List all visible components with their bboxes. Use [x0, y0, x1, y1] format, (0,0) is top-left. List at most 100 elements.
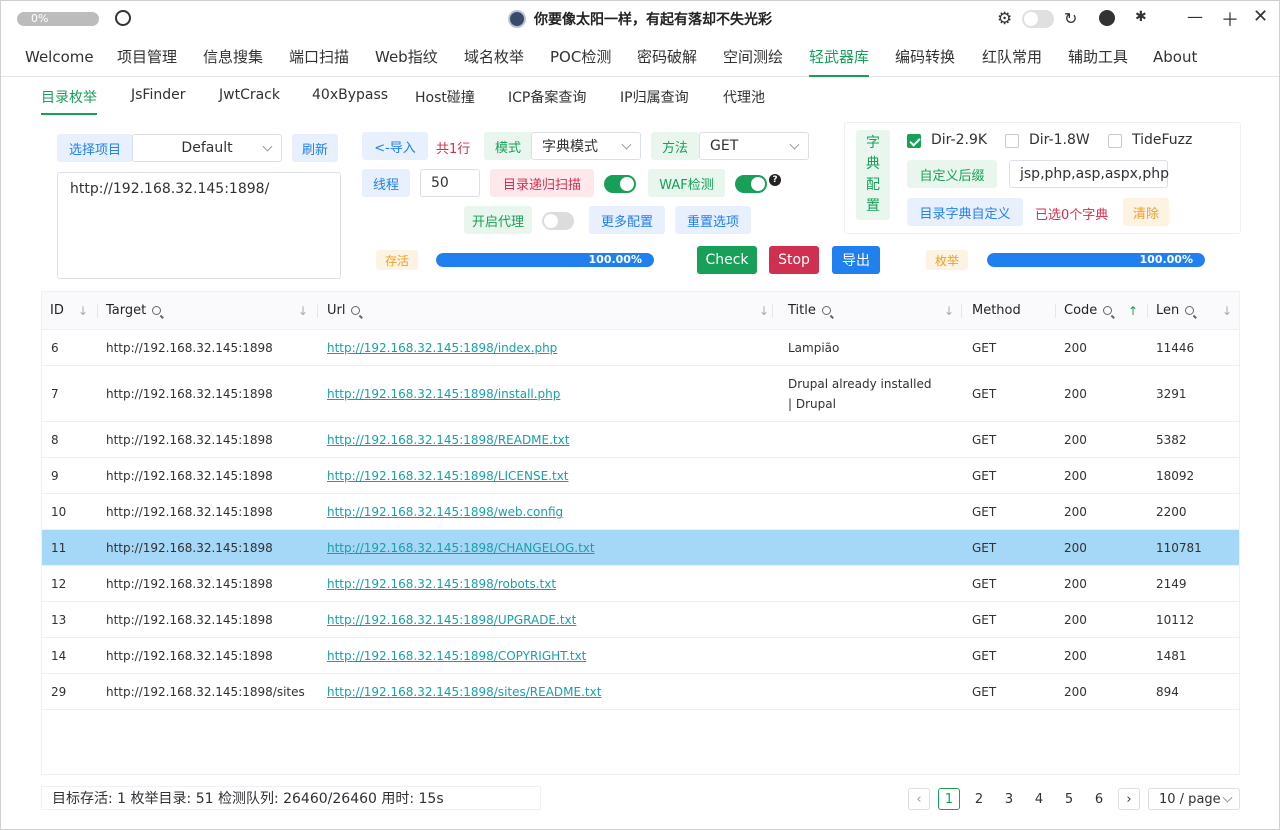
menu-webfinger[interactable]: Web指纹: [375, 37, 438, 77]
sort-icon[interactable]: ↓: [298, 292, 308, 330]
cell-url[interactable]: http://192.168.32.145:1898/install.php: [327, 384, 560, 404]
tab-ip[interactable]: IP归属查询: [620, 87, 689, 115]
menu-project[interactable]: 项目管理: [117, 37, 177, 77]
menu-about[interactable]: About: [1153, 37, 1197, 77]
table-row[interactable]: 6 http://192.168.32.145:1898 http://192.16…: [42, 330, 1239, 366]
mode-select[interactable]: 字典模式: [531, 132, 641, 160]
menu-weapons[interactable]: 轻武器库: [809, 37, 870, 77]
cell-url[interactable]: http://192.168.32.145:1898/COPYRIGHT.txt: [327, 646, 586, 666]
table-row[interactable]: 14 http://192.168.32.145:1898 http://192.1…: [42, 638, 1239, 674]
refresh-button[interactable]: 刷新: [292, 134, 338, 162]
table-row[interactable]: 8 http://192.168.32.145:1898 http://192.16…: [42, 422, 1239, 458]
search-icon[interactable]: [1185, 306, 1195, 315]
cell-url[interactable]: http://192.168.32.145:1898/README.txt: [327, 430, 569, 450]
page-3[interactable]: 3: [998, 788, 1020, 810]
project-select[interactable]: Default: [132, 134, 282, 162]
page-2[interactable]: 2: [968, 788, 990, 810]
target-textarea[interactable]: http://192.168.32.145:1898/: [57, 172, 341, 279]
sort-icon[interactable]: ↓: [1222, 292, 1232, 330]
dict-checkbox-dir18w[interactable]: [1005, 134, 1019, 148]
select-project-button[interactable]: 选择项目: [57, 134, 133, 162]
table-row[interactable]: 13 http://192.168.32.145:1898 http://192.1…: [42, 602, 1239, 638]
cell-url[interactable]: http://192.168.32.145:1898/LICENSE.txt: [327, 466, 569, 486]
menu-redteam[interactable]: 红队常用: [982, 37, 1042, 77]
menu-encode[interactable]: 编码转换: [895, 37, 955, 77]
refresh-icon[interactable]: ↻: [1064, 9, 1077, 28]
theme-toggle[interactable]: [1022, 10, 1054, 28]
tab-icp[interactable]: ICP备案查询: [508, 87, 586, 115]
bug-icon[interactable]: ✱: [1135, 9, 1147, 25]
dict-checkbox-dir29k[interactable]: [907, 134, 921, 148]
table-row[interactable]: 10 http://192.168.32.145:1898 http://192.1…: [42, 494, 1239, 530]
prev-page-button[interactable]: ‹: [908, 788, 930, 810]
page-1[interactable]: 1: [938, 788, 960, 810]
col-title[interactable]: Title ↓: [780, 292, 962, 330]
page-5[interactable]: 5: [1058, 788, 1080, 810]
menu-tools[interactable]: 辅助工具: [1068, 37, 1128, 77]
menu-space[interactable]: 空间测绘: [723, 37, 783, 77]
tab-40xbypass[interactable]: 40xBypass: [312, 87, 388, 115]
page-4[interactable]: 4: [1028, 788, 1050, 810]
next-page-button[interactable]: ›: [1118, 788, 1140, 810]
col-id[interactable]: ID ↓: [42, 292, 98, 330]
table-row[interactable]: 9 http://192.168.32.145:1898 http://192.16…: [42, 458, 1239, 494]
menu-welcome[interactable]: Welcome: [25, 37, 94, 77]
threads-input[interactable]: 50: [420, 169, 480, 197]
minimize-icon[interactable]: —: [1187, 7, 1203, 26]
cell-url[interactable]: http://192.168.32.145:1898/web.config: [327, 502, 563, 522]
search-icon[interactable]: [351, 306, 361, 315]
stop-button[interactable]: Stop: [769, 246, 819, 274]
cell-url[interactable]: http://192.168.32.145:1898/CHANGELOG.txt: [327, 538, 595, 558]
maximize-icon[interactable]: ＋: [1221, 6, 1239, 32]
search-icon[interactable]: [821, 306, 831, 315]
export-button[interactable]: 导出: [832, 246, 880, 274]
github-icon[interactable]: [1099, 10, 1115, 26]
menu-info[interactable]: 信息搜集: [203, 37, 263, 77]
cell-url[interactable]: http://192.168.32.145:1898/sites/README.…: [327, 682, 601, 702]
cell-url[interactable]: http://192.168.32.145:1898/robots.txt: [327, 574, 556, 594]
tab-dir-enum[interactable]: 目录枚举: [41, 87, 97, 115]
table-row[interactable]: 11 http://192.168.32.145:1898 http://192.1…: [42, 530, 1239, 566]
table-row[interactable]: 12 http://192.168.32.145:1898 http://192.1…: [42, 566, 1239, 602]
menu-poc[interactable]: POC检测: [550, 37, 611, 77]
table-row[interactable]: 7 http://192.168.32.145:1898 http://192.16…: [42, 366, 1239, 422]
close-icon[interactable]: ✕: [1253, 6, 1268, 27]
tab-jsfinder[interactable]: JsFinder: [131, 87, 185, 115]
col-code[interactable]: Code ↑: [1056, 292, 1148, 330]
menu-domain[interactable]: 域名枚举: [464, 37, 524, 77]
more-config-button[interactable]: 更多配置: [589, 206, 665, 234]
sort-icon[interactable]: ↓: [944, 292, 954, 330]
reset-button[interactable]: 重置选项: [675, 206, 751, 234]
table-row[interactable]: 29 http://192.168.32.145:1898/sites http:/…: [42, 674, 1239, 710]
tab-host[interactable]: Host碰撞: [415, 87, 475, 115]
import-button[interactable]: <-导入: [362, 132, 428, 160]
col-len[interactable]: Len ↓: [1148, 292, 1239, 330]
clear-button[interactable]: 清除: [1123, 198, 1169, 226]
search-icon[interactable]: [1103, 306, 1113, 315]
menu-crack[interactable]: 密码破解: [637, 37, 697, 77]
custom-dict-button[interactable]: 目录字典自定义: [907, 198, 1023, 226]
cell-url[interactable]: http://192.168.32.145:1898/index.php: [327, 338, 557, 358]
recursive-switch[interactable]: [604, 175, 636, 193]
proxy-switch[interactable]: [542, 212, 574, 230]
custom-suffix-button[interactable]: 自定义后缀: [907, 160, 997, 188]
sort-up-icon[interactable]: ↑: [1128, 292, 1138, 330]
sort-icon[interactable]: ↓: [759, 292, 769, 330]
col-method[interactable]: Method: [964, 292, 1056, 330]
help-icon[interactable]: ?: [769, 174, 781, 186]
check-button[interactable]: Check: [697, 246, 757, 274]
waf-switch[interactable]: [735, 175, 767, 193]
suffix-input[interactable]: jsp,php,asp,aspx,php: [1009, 160, 1169, 188]
menu-port[interactable]: 端口扫描: [289, 37, 349, 77]
gear-icon[interactable]: ⚙: [997, 9, 1012, 29]
tab-proxy-pool[interactable]: 代理池: [723, 87, 765, 115]
search-icon[interactable]: [152, 306, 162, 315]
page-size-select[interactable]: 10 / page: [1148, 788, 1240, 810]
method-select[interactable]: GET: [699, 132, 809, 160]
dict-checkbox-tidefuzz[interactable]: [1108, 134, 1122, 148]
page-6[interactable]: 6: [1088, 788, 1110, 810]
col-target[interactable]: Target ↓: [98, 292, 318, 330]
sort-icon[interactable]: ↓: [78, 292, 88, 330]
tab-jwtcrack[interactable]: JwtCrack: [219, 87, 280, 115]
col-url[interactable]: Url ↓: [319, 292, 773, 330]
